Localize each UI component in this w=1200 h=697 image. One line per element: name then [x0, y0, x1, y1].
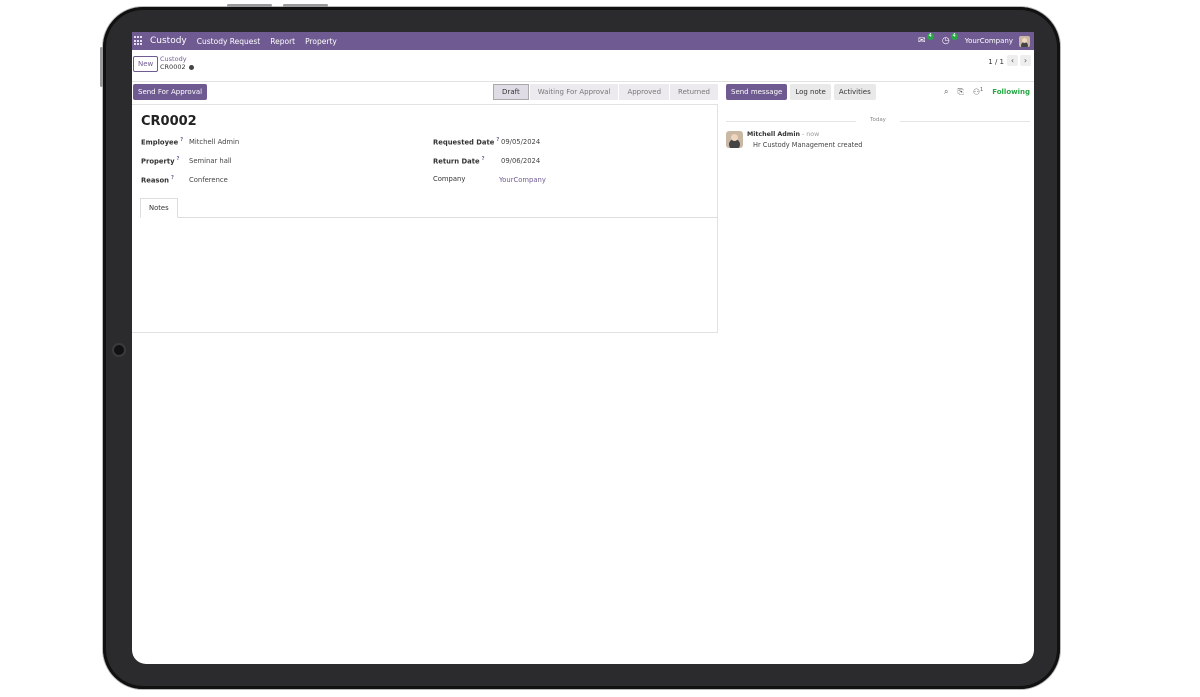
form-sheet: CR0002 Employee? Mitchell Admin Property… [132, 105, 718, 333]
chatter-tools: ⌕ ⎘ ⚇1 Following [944, 84, 1030, 100]
chat-icon[interactable]: ✉ 4 [917, 33, 934, 46]
company-label: Company [433, 175, 466, 183]
volume-button [100, 47, 103, 87]
followers-icon[interactable]: ⚇1 [973, 87, 983, 97]
search-icon[interactable]: ⌕ [944, 87, 948, 97]
chatter-actions: Send message Log note Activities [726, 84, 879, 100]
employee-label: Employee? [141, 137, 184, 147]
pager-next-button[interactable]: › [1020, 55, 1031, 66]
date-separator: Today [726, 117, 1030, 125]
employee-field[interactable]: Mitchell Admin [189, 138, 239, 146]
paperclip-icon[interactable]: ⎘ [957, 87, 963, 97]
pager-previous-button[interactable]: ‹ [1007, 55, 1018, 66]
property-field[interactable]: Seminar hall [189, 157, 232, 165]
breadcrumb-parent[interactable]: Custody [160, 55, 187, 63]
notebook-tabs: Notes [140, 198, 717, 218]
reason-field[interactable]: Conference [189, 176, 228, 184]
clock-icon[interactable]: ◷ 4 [941, 33, 958, 46]
menu-property[interactable]: Property [305, 37, 337, 46]
stage-draft[interactable]: Draft [493, 84, 529, 100]
log-note-button[interactable]: Log note [790, 84, 831, 100]
pager-value[interactable]: 1 / 1 [988, 58, 1004, 66]
gear-icon[interactable] [188, 64, 194, 70]
return-date-field[interactable]: 09/06/2024 [501, 157, 540, 165]
new-button[interactable]: New [133, 56, 159, 72]
menu-report[interactable]: Report [270, 37, 295, 46]
message-author-avatar [726, 131, 743, 148]
screen: Custody Custody Request Report Property … [132, 32, 1034, 664]
activities-badge: 4 [950, 33, 958, 40]
user-avatar[interactable] [1019, 35, 1030, 47]
stage-waiting-for-approval[interactable]: Waiting For Approval [529, 84, 619, 100]
message-author: Mitchell Admin - now [747, 131, 820, 138]
breadcrumb-current: CR0002 [160, 63, 194, 71]
menu-custody-request[interactable]: Custody Request [197, 37, 260, 46]
top-navbar: Custody Custody Request Report Property … [132, 32, 1034, 50]
activities-button[interactable]: Activities [833, 84, 876, 100]
following-button[interactable]: Following [992, 88, 1030, 96]
breadcrumb-current-label: CR0002 [160, 63, 186, 71]
message-body: Hr Custody Management created [753, 141, 863, 149]
app-name[interactable]: Custody [150, 36, 187, 46]
stage-returned[interactable]: Returned [670, 84, 718, 100]
stage-approved[interactable]: Approved [619, 84, 670, 100]
requested-date-label: Requested Date? [433, 137, 500, 147]
company-switcher[interactable]: YourCompany [965, 37, 1013, 45]
control-panel: New Custody CR0002 1 / 1 ‹ › [132, 50, 1034, 82]
property-label: Property? [141, 156, 180, 166]
camera [114, 345, 124, 355]
return-date-label: Return Date? [433, 156, 485, 166]
followers-count: 1 [980, 87, 984, 94]
messages-badge: 4 [926, 33, 934, 40]
send-message-button[interactable]: Send message [726, 84, 788, 100]
top-button [227, 4, 272, 7]
form-statusbar: Send For Approval Draft Waiting For Appr… [132, 82, 718, 105]
top-button [283, 4, 328, 7]
reason-label: Reason? [141, 175, 174, 185]
company-field[interactable]: YourCompany [499, 176, 546, 184]
stage-bar: Draft Waiting For Approval Approved Retu… [492, 84, 718, 100]
apps-grid-icon[interactable] [134, 36, 144, 46]
tab-notes[interactable]: Notes [140, 198, 178, 218]
record-title: CR0002 [141, 114, 197, 129]
send-for-approval-button[interactable]: Send For Approval [133, 84, 208, 100]
requested-date-field[interactable]: 09/05/2024 [501, 138, 540, 146]
message-time: - now [802, 131, 820, 138]
